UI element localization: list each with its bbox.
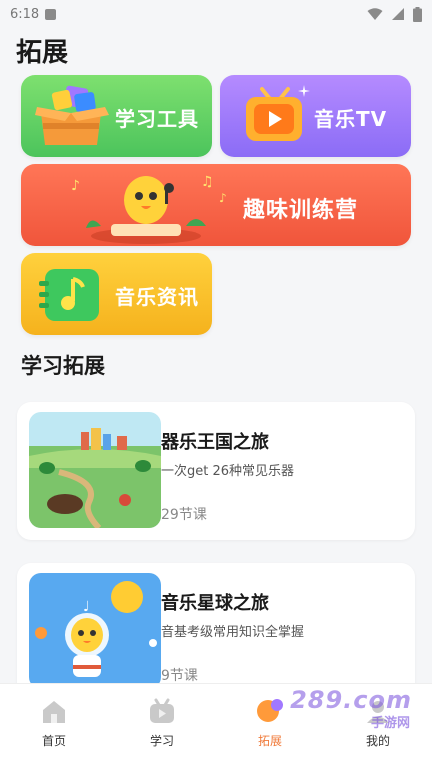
music-planet-illustration: ♩ <box>29 573 161 689</box>
singing-mascot-icon: ♪ ♫ ♪ <box>71 174 227 244</box>
sparkle-icon <box>298 85 310 97</box>
course-description: 一次get 26种常见乐器 <box>161 464 295 479</box>
learning-tools-card[interactable]: 学习工具 <box>21 75 212 157</box>
course-description: 音基考级常用知识全掌握 <box>161 625 305 640</box>
music-tv-label: 音乐TV <box>314 107 388 131</box>
nav-item-study[interactable]: 学习 <box>108 684 216 768</box>
course-lesson-count: 29节课 <box>161 507 207 523</box>
learning-tools-label: 学习工具 <box>115 107 199 131</box>
music-tv-card[interactable]: 音乐TV <box>220 75 411 157</box>
expand-icon <box>257 699 283 722</box>
course-thumbnail: ♩ <box>29 573 161 689</box>
section-title: 学习拓展 <box>21 354 105 378</box>
wifi-icon <box>367 7 383 20</box>
course-card-music-planet[interactable]: ♩ 音乐星球之旅 音基考级常用知识全掌握 9节课 <box>17 563 415 703</box>
toolbox-icon <box>35 85 109 145</box>
svg-text:♩: ♩ <box>83 599 90 615</box>
notification-icon <box>45 8 57 20</box>
nav-item-home[interactable]: 首页 <box>0 684 108 768</box>
course-lesson-count: 9节课 <box>161 668 198 684</box>
battery-icon <box>413 6 422 22</box>
watermark-subtext: 手游网 <box>370 716 410 731</box>
nav-label: 我的 <box>365 734 390 748</box>
nav-label: 首页 <box>41 734 66 748</box>
svg-text:♫: ♫ <box>201 174 214 190</box>
course-thumbnail <box>29 412 161 528</box>
fun-training-camp-card[interactable]: ♪ ♫ ♪ 趣味训练营 <box>21 164 411 246</box>
home-icon <box>43 701 65 723</box>
page-title: 拓展 <box>16 38 69 68</box>
svg-text:♪: ♪ <box>71 178 80 194</box>
signal-icon <box>392 8 404 20</box>
study-icon <box>150 698 174 723</box>
instrument-kingdom-illustration <box>29 412 161 528</box>
music-news-label: 音乐资讯 <box>115 285 199 309</box>
course-card-instrument-kingdom[interactable]: 器乐王国之旅 一次get 26种常见乐器 29节课 <box>17 402 415 540</box>
svg-text:♪: ♪ <box>219 191 227 205</box>
music-news-icon <box>39 269 99 321</box>
fun-training-camp-label: 趣味训练营 <box>243 198 359 223</box>
course-title: 音乐星球之旅 <box>161 593 269 614</box>
nav-label: 拓展 <box>257 734 282 748</box>
course-title: 器乐王国之旅 <box>161 432 269 453</box>
status-time: 6:18 <box>10 6 40 22</box>
status-bar: 6:18 <box>0 0 432 28</box>
music-news-card[interactable]: 音乐资讯 <box>21 253 212 335</box>
nav-label: 学习 <box>149 734 174 748</box>
watermark-logo: 289.com <box>290 686 412 714</box>
